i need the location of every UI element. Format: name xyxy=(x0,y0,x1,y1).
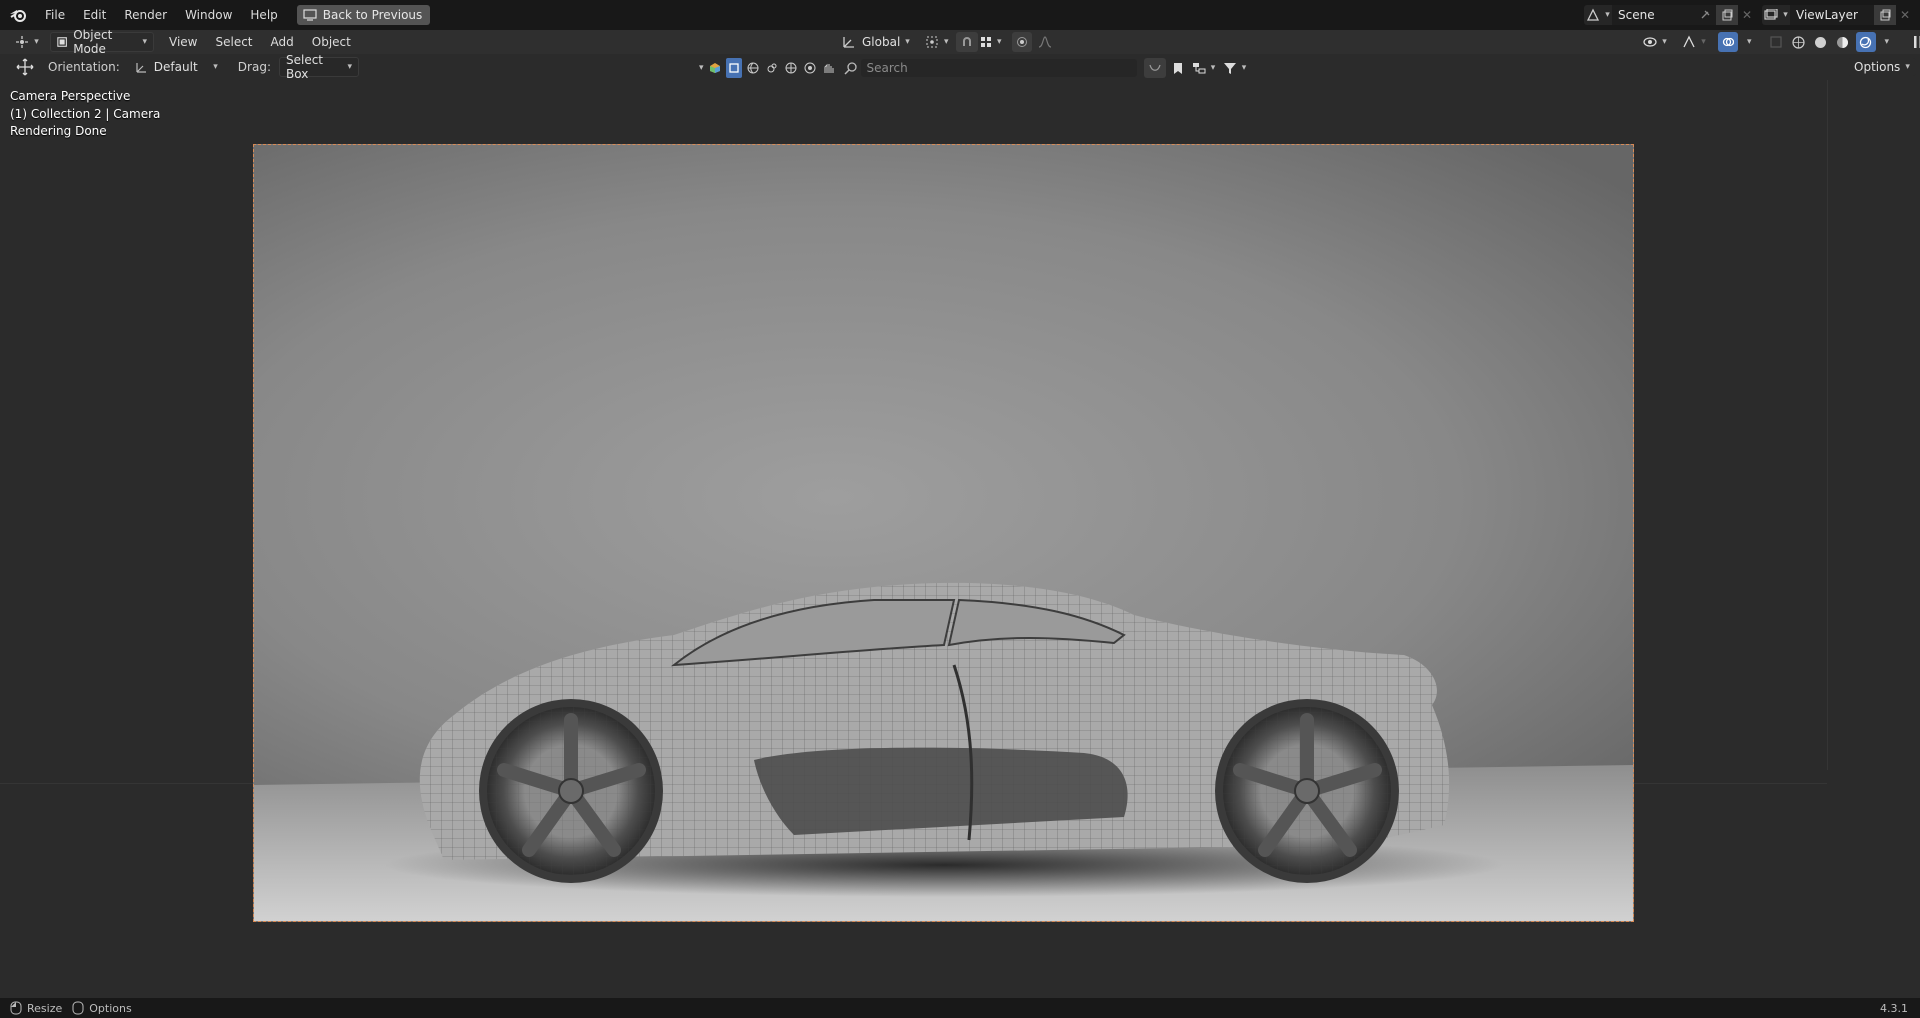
overlays-dropdown-icon[interactable]: ▾ xyxy=(1747,37,1752,47)
orientation-value: Default xyxy=(153,60,198,74)
falloff-icon[interactable] xyxy=(1032,32,1058,52)
new-view-layer-icon[interactable] xyxy=(1874,5,1896,25)
pause-render-icon[interactable] xyxy=(1907,32,1920,52)
chevron-down-icon: ▾ xyxy=(142,37,147,47)
tool-settings-header: Orientation: Default ▾ Drag: Select Box ▾ … xyxy=(0,53,1920,81)
menu-object[interactable]: Object xyxy=(303,31,360,53)
options-dropdown[interactable]: Options ▾ xyxy=(1848,58,1916,76)
gizmo-icon[interactable]: ▾ xyxy=(1674,32,1714,52)
mesh-filter-icon[interactable] xyxy=(725,58,742,78)
shading-dropdown-icon[interactable]: ▾ xyxy=(1885,37,1890,47)
object-mode-icon xyxy=(57,37,67,47)
status-options: Options xyxy=(89,1001,132,1015)
drag-dropdown[interactable]: Select Box ▾ xyxy=(278,53,359,81)
view-layer-selector[interactable]: ▾ ViewLayer ✕ xyxy=(1762,5,1914,25)
menu-help[interactable]: Help xyxy=(241,4,286,26)
menu-select[interactable]: Select xyxy=(206,31,261,53)
shading-solid-icon[interactable] xyxy=(1812,32,1830,52)
delete-scene-icon[interactable]: ✕ xyxy=(1738,5,1756,25)
viewport-header: ▾ Object Mode ▾ View Select Add Object Gl… xyxy=(0,28,1920,56)
viewport-render-status: Rendering Done xyxy=(10,124,107,138)
menu-view[interactable]: View xyxy=(160,31,206,53)
back-to-previous-button[interactable]: Back to Previous xyxy=(296,5,431,25)
visibility-icon[interactable]: ▾ xyxy=(1640,32,1670,52)
orientation-label: Orientation: xyxy=(48,60,120,74)
viewport-camera-label: Camera Perspective xyxy=(10,89,131,103)
pin-icon[interactable] xyxy=(1694,5,1716,25)
scene-objects-icon[interactable] xyxy=(707,58,723,78)
menu-render[interactable]: Render xyxy=(115,4,176,26)
curve-icon[interactable] xyxy=(1143,58,1166,78)
status-resize: Resize xyxy=(27,1001,63,1015)
search-placeholder: Search xyxy=(866,61,908,75)
proportional-editing-icon[interactable] xyxy=(1011,32,1032,52)
drag-label: Drag: xyxy=(237,60,271,74)
scene-selector[interactable]: ▾ Scene ✕ xyxy=(1584,5,1756,25)
shading-rendered-icon[interactable] xyxy=(1855,32,1876,52)
mode-label: Object Mode xyxy=(73,28,113,56)
xray-icon[interactable] xyxy=(1766,32,1786,52)
camera-render-frame[interactable] xyxy=(253,144,1634,922)
orientation-axis-icon xyxy=(136,63,146,73)
pivot-point-icon[interactable]: ▾ xyxy=(922,32,952,52)
view-layer-name-field[interactable]: ViewLayer xyxy=(1790,5,1874,25)
menu-add[interactable]: Add xyxy=(262,31,303,53)
shading-wireframe-icon[interactable] xyxy=(1790,32,1808,52)
material-filter-icon[interactable] xyxy=(745,58,761,78)
object-type-filter: ▾ Search ▾ ▾ xyxy=(694,58,1249,78)
sidebar-divider xyxy=(1827,80,1828,770)
transform-orientation-dropdown[interactable]: Global ▾ xyxy=(836,33,916,51)
bookmark-icon[interactable] xyxy=(1169,58,1187,78)
orientation-dropdown[interactable]: Default ▾ xyxy=(128,58,224,76)
mode-dropdown[interactable]: Object Mode ▾ xyxy=(50,28,154,56)
menu-window[interactable]: Window xyxy=(176,4,241,26)
status-bar: Resize Options 4.3.1 xyxy=(0,998,1920,1018)
menu-file[interactable]: File xyxy=(36,4,74,26)
move-tool-icon[interactable] xyxy=(12,57,38,77)
hierarchy-icon[interactable]: ▾ xyxy=(1190,58,1218,78)
view-layer-icon[interactable]: ▾ xyxy=(1762,5,1790,25)
funnel-filter-icon[interactable]: ▾ xyxy=(1221,58,1249,78)
snap-toggle-icon[interactable] xyxy=(955,32,978,52)
filter-dropdown-icon[interactable]: ▾ xyxy=(699,63,704,73)
snap-target-icon[interactable]: ▾ xyxy=(978,32,1004,52)
shading-material-icon[interactable] xyxy=(1834,32,1852,52)
options-label: Options xyxy=(1854,60,1901,74)
delete-view-layer-icon[interactable]: ✕ xyxy=(1896,5,1914,25)
drag-value: Select Box xyxy=(285,53,324,81)
transform-controls: Global ▾ ▾ ▾ xyxy=(836,32,1058,52)
scene-icon[interactable]: ▾ xyxy=(1584,5,1612,25)
search-input[interactable]: Search xyxy=(860,59,1137,77)
top-menu-bar: File Edit Render Window Help Back to Pre… xyxy=(0,0,1920,30)
bone-filter-icon[interactable] xyxy=(821,58,837,78)
car-render-image xyxy=(254,145,1633,921)
transform-orientation-label: Global xyxy=(862,35,901,49)
scene-name-field[interactable]: Scene xyxy=(1612,5,1694,25)
editor-type-icon[interactable]: ▾ xyxy=(10,32,44,52)
texture-filter-icon[interactable] xyxy=(802,58,818,78)
overlays-icon[interactable] xyxy=(1718,32,1738,52)
mouse-left-icon xyxy=(10,1001,22,1015)
new-scene-icon[interactable] xyxy=(1716,5,1738,25)
back-to-previous-label: Back to Previous xyxy=(322,8,423,22)
axis-icon xyxy=(843,37,854,48)
screen-icon xyxy=(303,9,317,21)
menu-edit[interactable]: Edit xyxy=(74,4,115,26)
mouse-right-icon xyxy=(72,1001,84,1015)
viewport-display-controls: ▾ ▾ ▾ ▾ xyxy=(1640,32,1920,52)
version-label: 4.3.1 xyxy=(1880,1001,1908,1015)
world-filter-icon[interactable] xyxy=(783,58,799,78)
blender-logo-icon[interactable] xyxy=(0,0,36,30)
search-icon xyxy=(844,62,857,75)
viewport-collection-label: (1) Collection 2 | Camera xyxy=(10,107,161,121)
light-filter-icon[interactable] xyxy=(764,58,780,78)
